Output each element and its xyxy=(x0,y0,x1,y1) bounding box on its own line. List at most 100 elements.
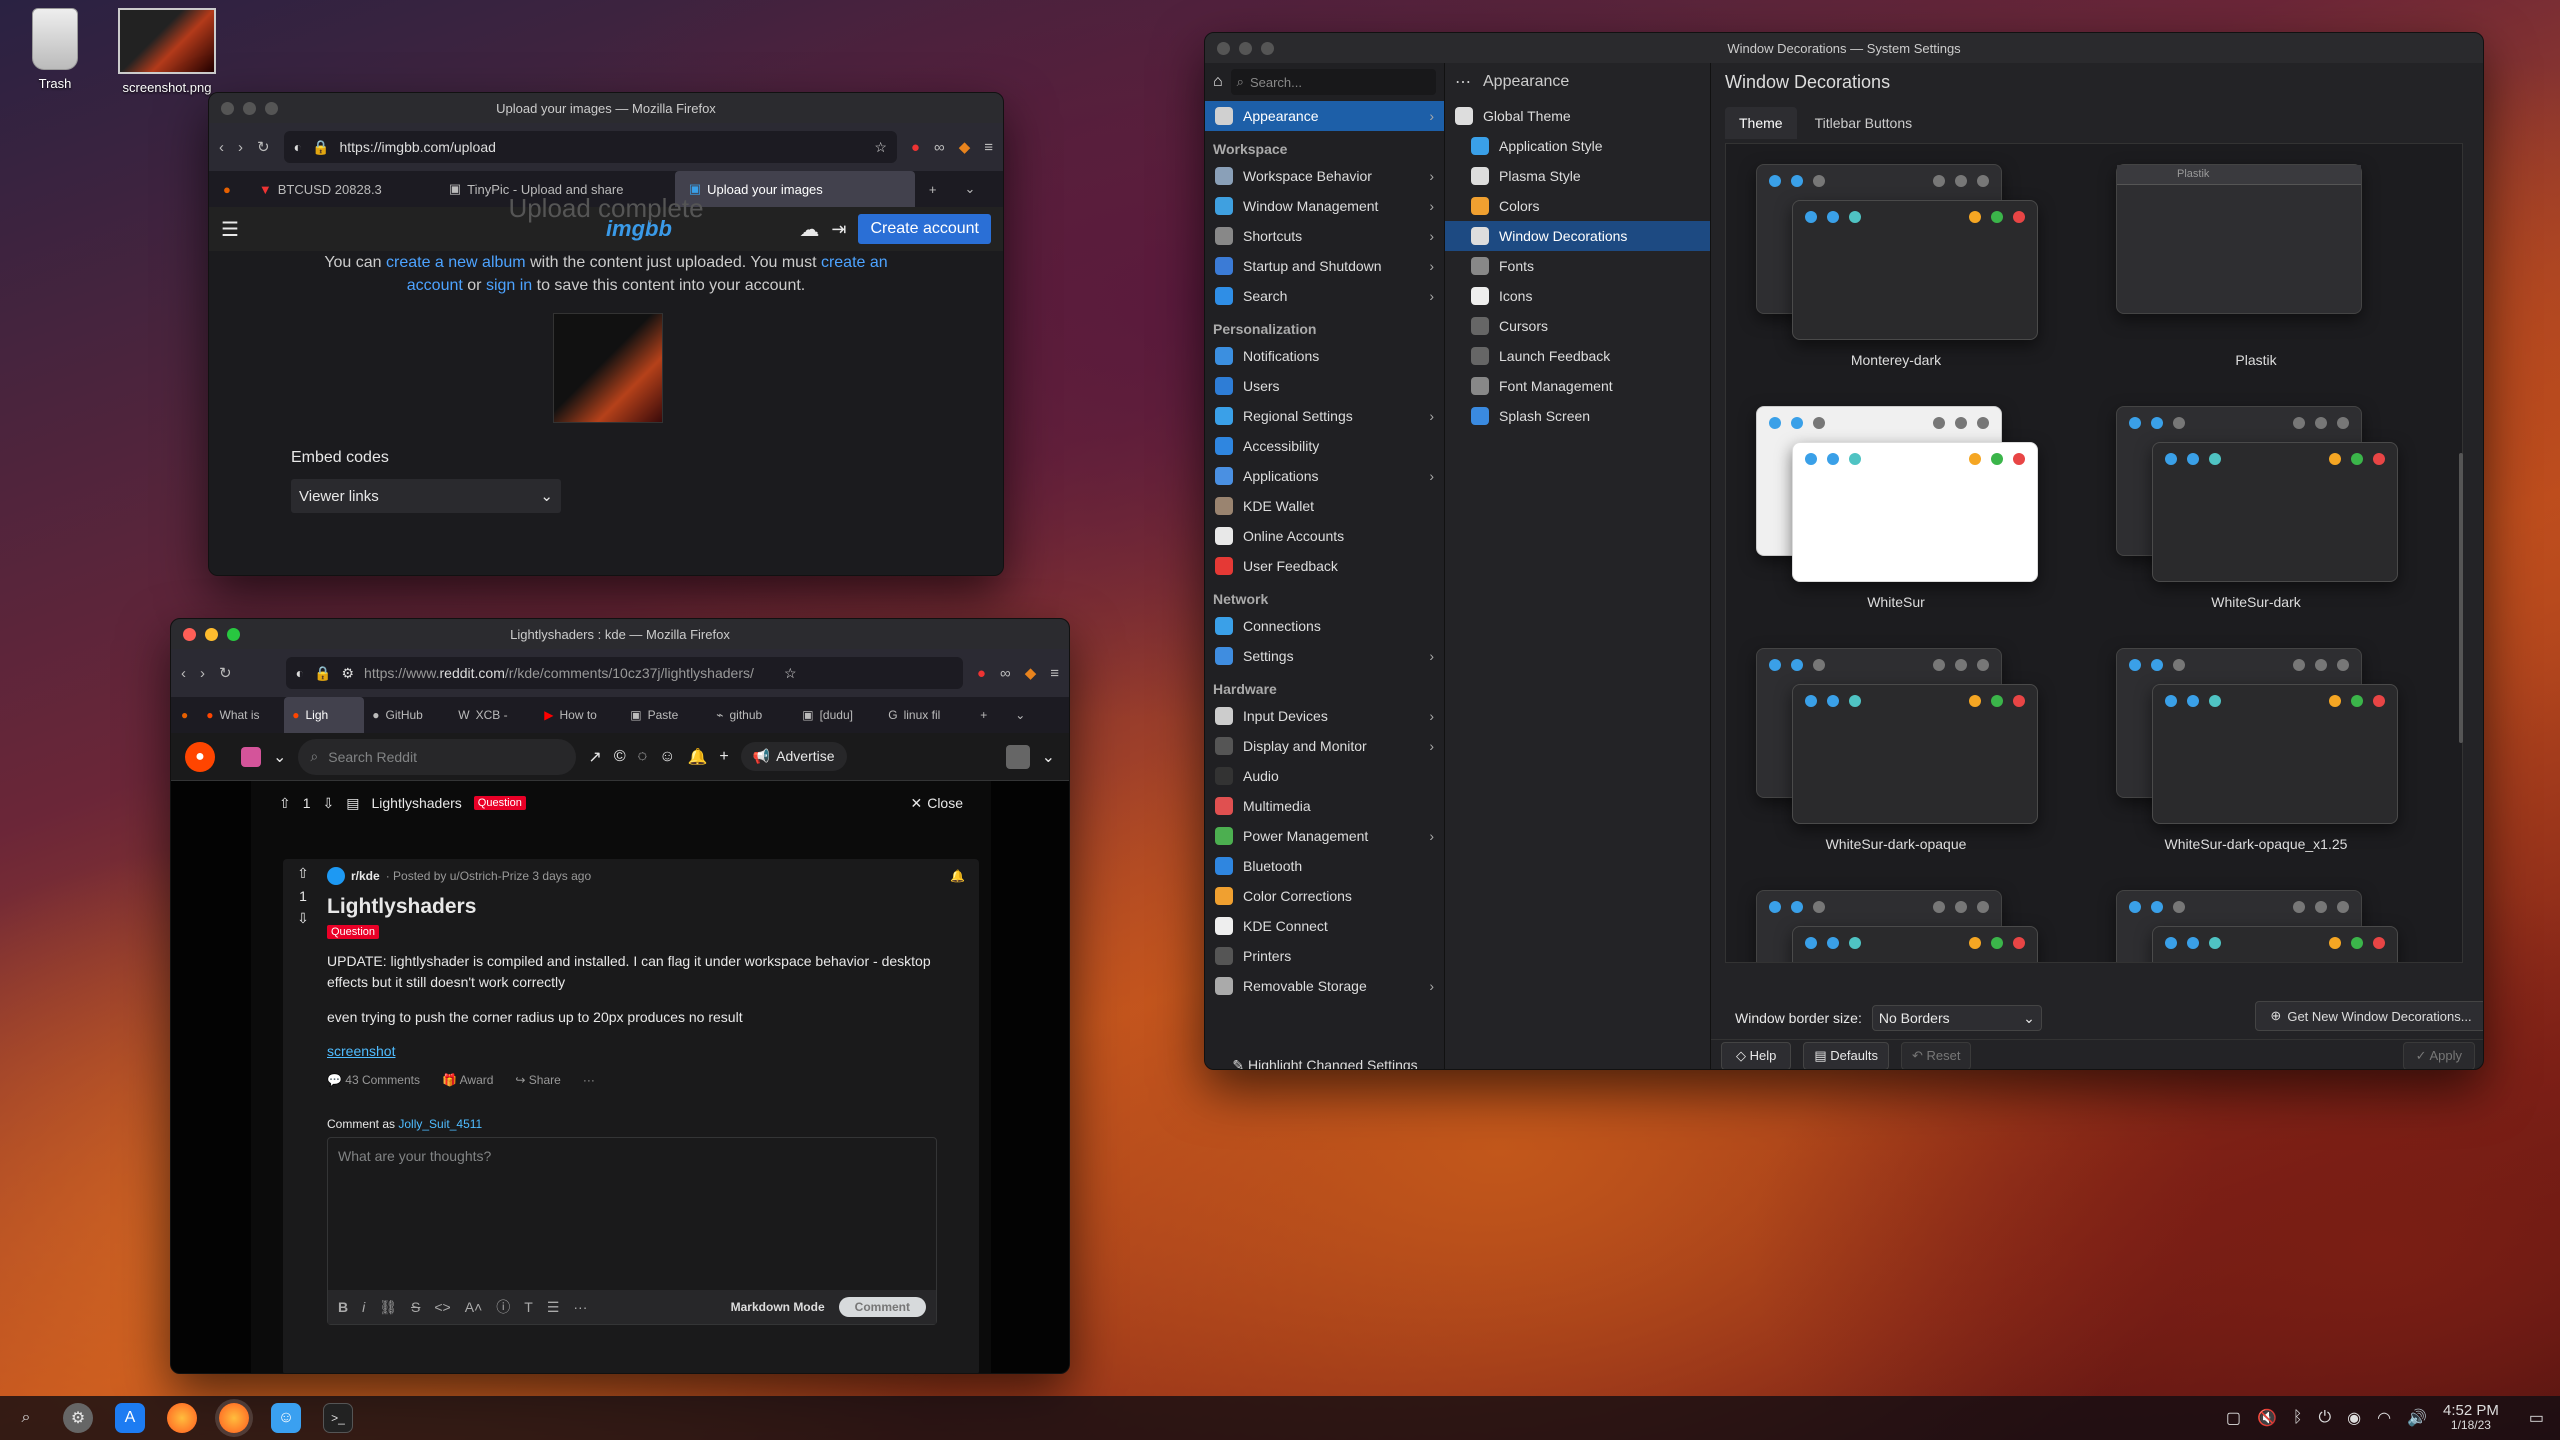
tab-howto[interactable]: ▶ How to xyxy=(536,697,622,733)
clock[interactable]: 4:52 PM 1/18/23 xyxy=(2443,1403,2499,1433)
heading-icon[interactable]: T xyxy=(524,1299,533,1315)
bookmark-star-icon[interactable]: ☆ xyxy=(784,665,797,682)
sidebar-item-audio[interactable]: Audio xyxy=(1205,761,1444,791)
decoration-preview[interactable] xyxy=(2106,890,2406,962)
extension-icon[interactable]: ∞ xyxy=(1000,665,1011,682)
tab-list-icon[interactable]: ⌄ xyxy=(1001,697,1039,733)
search-input[interactable]: ⌕ Search Reddit xyxy=(298,738,577,775)
follow-bell-icon[interactable]: 🔔 xyxy=(950,869,965,883)
sidebar-item-input-devices[interactable]: Input Devices › xyxy=(1205,701,1444,731)
bookmark-star-icon[interactable]: ☆ xyxy=(874,139,887,156)
account-link[interactable]: account xyxy=(407,277,463,294)
notification-chat-icon[interactable]: ☺ xyxy=(659,748,675,766)
more-icon[interactable]: ··· xyxy=(573,1299,587,1315)
adblock-icon[interactable]: ● xyxy=(977,665,986,682)
system-settings-icon[interactable]: ⚙ xyxy=(63,1403,93,1433)
sidebar-item-power-management[interactable]: Power Management › xyxy=(1205,821,1444,851)
avatar[interactable] xyxy=(1005,744,1030,769)
sidebar-item-regional-settings[interactable]: Regional Settings › xyxy=(1205,401,1444,431)
sidebar-item-removable-storage[interactable]: Removable Storage › xyxy=(1205,971,1444,1001)
reset-button[interactable]: ↶ Reset xyxy=(1900,1041,1972,1069)
url-bar[interactable]: ◐ 🔒 ⚙ https://www.reddit.com/r/kde/comments… xyxy=(285,657,963,689)
sidebar-item-startup-and-shutdown[interactable]: Startup and Shutdown › xyxy=(1205,251,1444,281)
appearance-item-launch-feedback[interactable]: Launch Feedback xyxy=(1445,341,1710,371)
list-icon[interactable]: ☰ xyxy=(547,1299,560,1316)
tab-paste[interactable]: ▣ Paste xyxy=(622,697,708,733)
highlight-changed-button[interactable]: ✎ Highlight Changed Settings xyxy=(1205,1057,1445,1069)
sidebar-item-kde-wallet[interactable]: KDE Wallet xyxy=(1205,491,1444,521)
sidebar-item-shortcuts[interactable]: Shortcuts › xyxy=(1205,221,1444,251)
sidebar-item-appearance[interactable]: Appearance › xyxy=(1205,101,1444,131)
terminal-icon[interactable]: >_ xyxy=(323,1403,353,1433)
upvote-icon[interactable]: ⇧ xyxy=(289,865,317,882)
sidebar-item-notifications[interactable]: Notifications xyxy=(1205,341,1444,371)
downvote-icon[interactable]: ⇩ xyxy=(289,910,317,927)
defaults-button[interactable]: ▤ Defaults xyxy=(1803,1041,1889,1069)
close-post-button[interactable]: ✕ Close xyxy=(910,795,963,812)
sidebar-item-settings[interactable]: Settings › xyxy=(1205,641,1444,671)
chevron-down-icon[interactable]: ⌄ xyxy=(1042,747,1055,767)
markdown-mode-button[interactable]: Markdown Mode xyxy=(731,1300,825,1314)
sign-in-link[interactable]: sign in xyxy=(486,277,532,294)
bell-icon[interactable]: 🔔 xyxy=(687,747,707,767)
sidebar-item-workspace-behavior[interactable]: Workspace Behavior › xyxy=(1205,161,1444,191)
reload-icon[interactable]: ↻ xyxy=(257,138,270,156)
back-icon[interactable]: ‹ xyxy=(219,139,224,156)
border-size-select[interactable]: No Borders ⌄ xyxy=(1871,1005,2042,1031)
tab-reddit-1[interactable]: ● What is xyxy=(198,697,284,733)
search-icon[interactable]: ⌕ xyxy=(11,1403,41,1433)
appearance-item-global-theme[interactable]: Global Theme xyxy=(1445,101,1710,131)
appearance-item-cursors[interactable]: Cursors xyxy=(1445,311,1710,341)
app-store-icon[interactable]: A xyxy=(115,1403,145,1433)
community-icon[interactable] xyxy=(241,746,261,767)
tab-github[interactable]: ● GitHub xyxy=(364,697,450,733)
close-window-button[interactable] xyxy=(1217,42,1230,55)
embed-codes-select[interactable]: Viewer links ⌄ xyxy=(291,479,561,513)
advertise-button[interactable]: 📢 Advertise xyxy=(740,742,847,771)
sidebar-item-user-feedback[interactable]: User Feedback xyxy=(1205,551,1444,581)
sidebar-item-connections[interactable]: Connections xyxy=(1205,611,1444,641)
metamask-icon[interactable]: ◆ xyxy=(1025,664,1037,682)
minimize-window-button[interactable] xyxy=(1239,42,1252,55)
comment-box[interactable]: What are your thoughts? Bi ⛓ S <> A˄ ⓘ T ☰ ··· M… xyxy=(327,1137,937,1325)
back-icon[interactable]: ‹ xyxy=(181,665,186,682)
scrollbar[interactable] xyxy=(2459,453,2463,743)
forward-icon[interactable]: › xyxy=(238,139,243,156)
extension-icon[interactable]: ∞ xyxy=(934,139,945,156)
tab-dudu[interactable]: ▣ [dudu] xyxy=(794,697,880,733)
superscript-icon[interactable]: A˄ xyxy=(465,1299,483,1315)
appearance-item-colors[interactable]: Colors xyxy=(1445,191,1710,221)
close-window-button[interactable] xyxy=(183,628,196,641)
settings-search-input[interactable]: ⌕ Search... xyxy=(1230,69,1436,95)
create-account-link[interactable]: create an xyxy=(821,254,888,271)
finder-icon[interactable]: ☺ xyxy=(271,1403,301,1433)
maximize-window-button[interactable] xyxy=(265,102,278,115)
award-button[interactable]: 🎁 Award xyxy=(442,1073,493,1087)
username-link[interactable]: Jolly_Suit_4511 xyxy=(398,1117,482,1131)
decoration-preview[interactable]: Plastik Plastik xyxy=(2106,164,2406,384)
bluetooth-icon[interactable]: ᛒ xyxy=(2293,1409,2303,1427)
create-album-link[interactable]: create a new album xyxy=(386,254,526,271)
decoration-preview[interactable]: WhiteSur-dark-opaque xyxy=(1746,648,2046,868)
sidebar-item-online-accounts[interactable]: Online Accounts xyxy=(1205,521,1444,551)
appearance-item-application-style[interactable]: Application Style xyxy=(1445,131,1710,161)
sidebar-item-bluetooth[interactable]: Bluetooth xyxy=(1205,851,1444,881)
forward-icon[interactable]: › xyxy=(200,665,205,682)
appearance-item-fonts[interactable]: Fonts xyxy=(1445,251,1710,281)
more-options-icon[interactable]: ··· xyxy=(583,1073,595,1087)
reddit-logo-icon[interactable]: ● xyxy=(185,741,215,772)
tab-reddit-active[interactable]: ● Ligh xyxy=(284,697,365,733)
appearance-item-window-decorations[interactable]: Window Decorations xyxy=(1445,221,1710,251)
url-bar[interactable]: ◐ 🔒 https://imgbb.com/upload ☆ xyxy=(283,131,897,163)
menu-icon[interactable]: ≡ xyxy=(1050,665,1059,682)
sidebar-item-color-corrections[interactable]: Color Corrections xyxy=(1205,881,1444,911)
decoration-preview[interactable]: WhiteSur-dark-opaque_x1.25 xyxy=(2106,648,2406,868)
italic-icon[interactable]: i xyxy=(362,1299,365,1315)
tab-titlebar-buttons[interactable]: Titlebar Buttons xyxy=(1801,107,1927,139)
power-icon[interactable]: ⏻ xyxy=(2318,1409,2331,1427)
clipboard-icon[interactable]: ▢ xyxy=(2226,1408,2241,1428)
comment-submit-button[interactable]: Comment xyxy=(838,1297,926,1317)
firefox-icon[interactable] xyxy=(167,1403,197,1433)
popular-icon[interactable]: ↗ xyxy=(588,747,601,767)
maximize-window-button[interactable] xyxy=(1261,42,1274,55)
